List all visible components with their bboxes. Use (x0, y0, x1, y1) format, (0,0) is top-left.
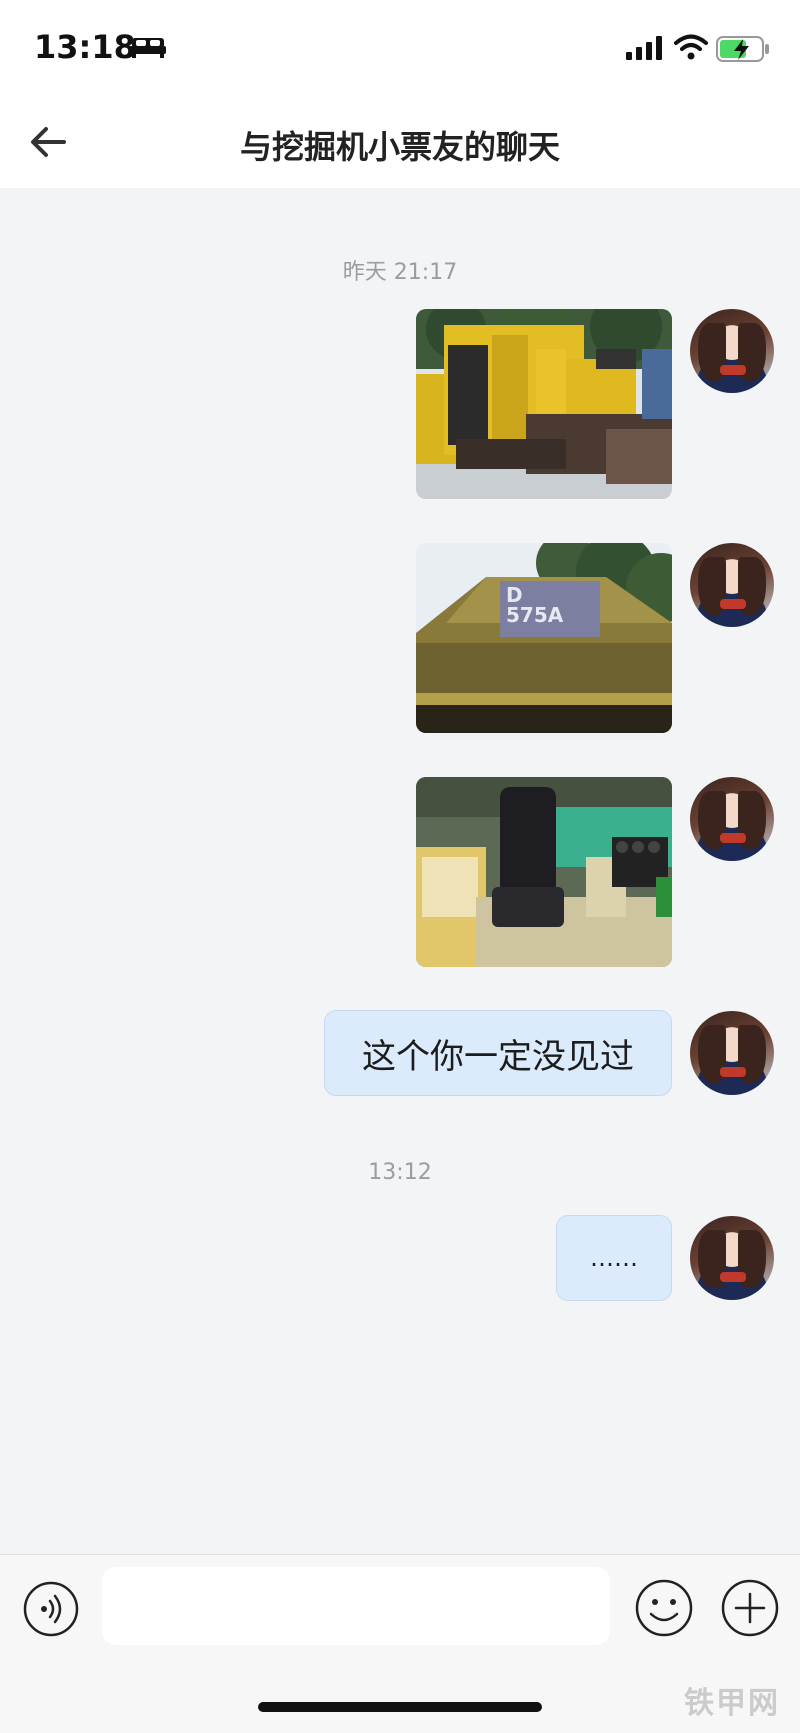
message-input[interactable] (102, 1567, 610, 1645)
avatar[interactable] (690, 1011, 774, 1095)
message-bubble[interactable]: 这个你一定没见过 (324, 1010, 672, 1096)
cellular-signal-icon (626, 36, 664, 64)
status-time: 13:18 (34, 28, 136, 66)
message-timestamp: 13:12 (368, 1160, 432, 1185)
message-text: …… (590, 1244, 638, 1272)
message-image-bulldozer-hood[interactable]: D 575A (416, 543, 672, 733)
message-bubble[interactable]: …… (556, 1215, 672, 1301)
status-bar: 13:18 (0, 0, 800, 96)
emoji-button[interactable] (634, 1578, 694, 1642)
battery-charging-icon (716, 36, 770, 66)
home-indicator[interactable] (258, 1702, 542, 1712)
message-text: 这个你一定没见过 (362, 1036, 634, 1077)
message-image-bulldozer-front[interactable] (416, 309, 672, 499)
emoji-icon (635, 1579, 693, 1637)
plus-icon (721, 1579, 779, 1637)
voice-icon (23, 1581, 79, 1637)
more-button[interactable] (720, 1578, 780, 1642)
bed-icon (130, 36, 166, 62)
avatar[interactable] (690, 543, 774, 627)
message-image-operator-seat[interactable] (416, 777, 672, 967)
nav-bar: 与挖掘机小票友的聊天 (0, 96, 800, 188)
watermark: 铁甲网 (684, 1686, 780, 1721)
chat-title: 与挖掘机小票友的聊天 (239, 128, 560, 166)
hood-model-label: D 575A (506, 583, 564, 627)
avatar[interactable] (690, 777, 774, 861)
voice-button[interactable] (22, 1580, 80, 1642)
avatar[interactable] (690, 1216, 774, 1300)
avatar[interactable] (690, 309, 774, 393)
message-timestamp: 昨天 21:17 (342, 260, 458, 285)
wifi-icon (674, 34, 708, 64)
